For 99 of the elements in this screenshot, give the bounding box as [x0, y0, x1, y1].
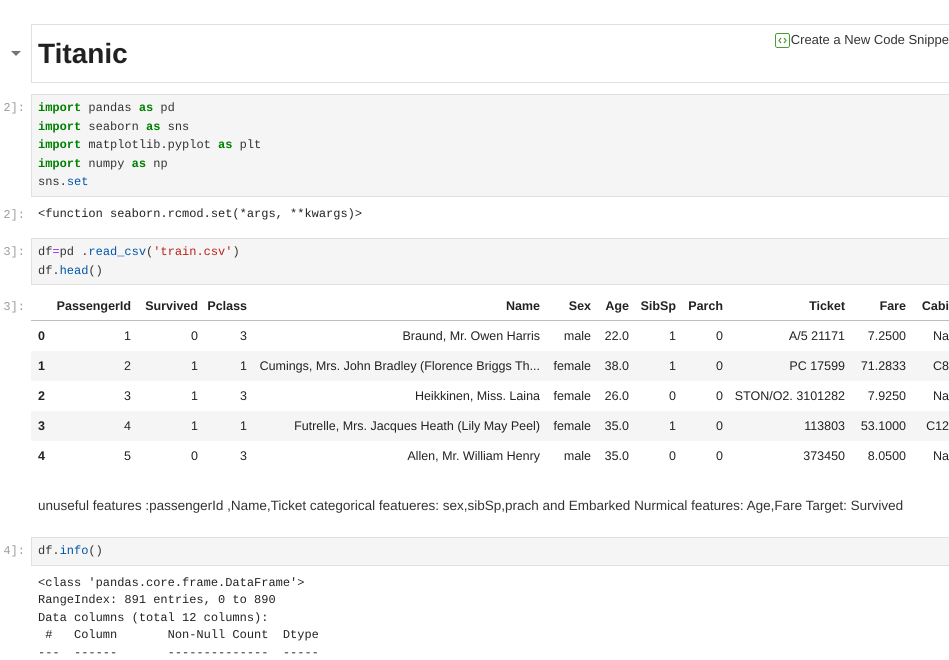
collapse-caret-icon[interactable] — [10, 51, 20, 56]
table-cell-text: Na — [933, 448, 949, 465]
code-line: df=pd .read_csv('train.csv') — [38, 244, 240, 261]
markdown-cell[interactable]: Titanic Create a New Code Snippe — [31, 24, 949, 83]
table-cell-text: female — [553, 418, 591, 435]
table-cell-text: 113803 — [804, 418, 845, 435]
table-cell-text: 35.0 — [604, 418, 629, 435]
table-cell-text: 0 — [669, 388, 676, 405]
output-text: <function seaborn.rcmod.set(*args, **kwargs)> — [38, 206, 362, 222]
row-index: 4 — [38, 448, 45, 465]
column-header: Name — [506, 298, 540, 315]
table-cell-text: 1 — [191, 358, 198, 375]
table-cell-text: 3 — [124, 388, 131, 405]
table-cell-text: Heikkinen, Miss. Laina — [414, 388, 540, 405]
table-cell-text: 53.1000 — [860, 418, 906, 435]
table-cell-text: 1 — [240, 418, 247, 435]
output-text: Data columns (total 12 columns): — [38, 610, 268, 626]
table-cell-text: 1 — [669, 328, 676, 345]
execution-prompt: 3]: — [3, 244, 25, 261]
column-header: Age — [605, 298, 629, 315]
table-cell-text: 1 — [669, 418, 676, 435]
row-index: 3 — [38, 418, 45, 435]
code-line: df.head() — [38, 262, 103, 280]
table-cell-text: 2 — [124, 358, 131, 375]
column-header: Pclass — [207, 298, 247, 315]
table-cell-text: 38.0 — [604, 358, 629, 375]
table-cell-text: 0 — [669, 448, 676, 465]
table-cell-text: A/5 21171 — [788, 328, 845, 345]
output-text: <class 'pandas.core.frame.DataFrame'> — [38, 574, 304, 592]
column-header: Cabi — [922, 298, 949, 315]
notebook-title: Titanic — [38, 40, 128, 68]
table-cell-text: 3 — [240, 388, 247, 405]
table-cell-text: 1 — [240, 358, 247, 375]
column-header: Ticket — [809, 298, 845, 315]
code-line: import numpy as np — [38, 156, 168, 172]
table-cell-text: 1 — [124, 328, 131, 345]
table-cell-text: 7.2500 — [868, 328, 906, 345]
row-index: 1 — [38, 358, 45, 375]
code-line: import seaborn as sns — [38, 118, 190, 136]
table-cell-text: 1 — [191, 418, 198, 435]
table-cell-text: 35.0 — [604, 448, 629, 465]
table-cell-text: 0 — [716, 358, 723, 375]
output-text: RangeIndex: 891 entries, 0 to 890 — [38, 592, 276, 609]
execution-prompt: 2]: — [3, 100, 25, 117]
table-cell-text: 1 — [191, 388, 198, 405]
code-cell[interactable]: df=pd .read_csv('train.csv') df.head() — [31, 238, 949, 285]
create-snippet-link[interactable]: Create a New Code Snippe — [774, 32, 949, 48]
table-cell-text: C8 — [933, 358, 949, 375]
table-cell-text: C12 — [926, 418, 949, 435]
table-cell-text: male — [564, 328, 591, 345]
table-cell-text: 3 — [240, 448, 247, 465]
row-index: 0 — [38, 328, 45, 345]
table-cell-text: Braund, Mr. Owen Harris — [402, 328, 540, 345]
table-cell-text: 1 — [669, 358, 676, 375]
table-cell-text: 0 — [716, 448, 723, 465]
table-cell-text: female — [553, 358, 591, 375]
column-header: PassengerId — [56, 298, 131, 315]
table-cell-text: 8.0500 — [868, 448, 906, 465]
output-text: --- ------ -------------- ----- — [38, 644, 319, 660]
table-cell-text: 0 — [716, 388, 723, 405]
table-cell-text: STON/O2. 3101282 — [734, 388, 845, 405]
table-cell-text: 0 — [716, 418, 723, 435]
execution-prompt: 2]: — [3, 206, 25, 224]
table-cell-text: Allen, Mr. William Henry — [407, 448, 540, 465]
column-header: Sex — [568, 298, 591, 315]
table-cell-text: male — [564, 448, 591, 465]
table-cell-text: 5 — [124, 448, 131, 465]
column-header: SibSp — [640, 298, 676, 315]
table-cell-text: 26.0 — [604, 388, 629, 405]
table-cell-text: PC 17599 — [789, 358, 845, 375]
code-line: import pandas as pd — [38, 100, 175, 117]
table-cell-text: 3 — [240, 328, 247, 345]
code-line: df.info() — [38, 543, 103, 560]
execution-prompt: 4]: — [3, 543, 25, 560]
table-cell-text: 373450 — [803, 448, 845, 465]
code-line: sns.set — [38, 174, 88, 191]
table-cell-text: 4 — [124, 418, 131, 435]
code-icon — [774, 32, 790, 48]
markdown-text: unuseful features :passengerId ,Name,Ticket categorical featueres: sex,sibSp,prach and Embarked Nurmical features: Age,Fare Target: Survived — [38, 497, 904, 515]
table-cell-text: female — [553, 388, 591, 405]
table-cell-text: Na — [933, 388, 949, 405]
table-cell-text: 7.9250 — [868, 388, 906, 405]
execution-prompt: 3]: — [3, 299, 25, 316]
table-cell-text: 71.2833 — [860, 358, 906, 375]
table-cell-text: Futrelle, Mrs. Jacques Heath (Lily May Peel) — [294, 418, 540, 435]
table-cell-text: Na — [933, 328, 949, 345]
output-text: # Column Non-Null Count Dtype — [44, 627, 319, 644]
code-cell[interactable]: import pandas as pd import seaborn as sns import matplotlib.pyplot as plt import numpy as np sns.set — [31, 94, 949, 196]
column-header: Survived — [145, 298, 198, 315]
table-cell-text: 0 — [191, 328, 198, 345]
table-cell-text: 0 — [191, 448, 198, 465]
table-cell-text: Cumings, Mrs. John Bradley (Florence Briggs Th... — [260, 358, 540, 375]
table-cell-text: 22.0 — [604, 328, 629, 345]
code-cell[interactable]: df.info() — [31, 537, 949, 566]
row-index: 2 — [38, 388, 45, 405]
code-line: import matplotlib.pyplot as plt — [38, 137, 262, 154]
column-header: Parch — [688, 298, 723, 315]
column-header: Fare — [880, 298, 906, 315]
table-cell-text: 0 — [716, 328, 723, 345]
